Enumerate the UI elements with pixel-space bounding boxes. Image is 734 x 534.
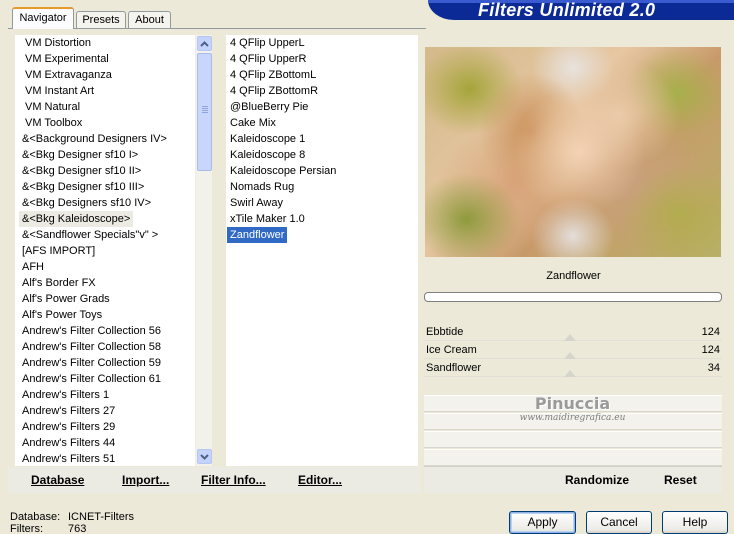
status-value: 763 — [68, 523, 87, 534]
chevron-down-icon — [200, 453, 209, 460]
category-list-item[interactable]: Andrew's Filter Collection 59 — [19, 355, 164, 371]
filter-list-item[interactable]: 4 QFlip UpperR — [227, 51, 309, 67]
filter-list-item[interactable]: @BlueBerry Pie — [227, 99, 311, 115]
progress-bar — [424, 292, 722, 302]
slider-thumb[interactable] — [564, 352, 576, 359]
parameter-name: Sandflower — [426, 362, 482, 374]
filter-list-item[interactable]: 4 QFlip ZBottomL — [227, 67, 319, 83]
filter-list-item[interactable]: Kaleidoscope 1 — [227, 131, 308, 147]
filter-list-item[interactable]: Nomads Rug — [227, 179, 297, 195]
watermark-url: www.maidiregrafica.eu — [519, 413, 626, 423]
category-list-item[interactable]: &<Bkg Designer sf10 II> — [19, 163, 144, 179]
randomize-button[interactable]: Randomize — [565, 473, 629, 487]
filter-list-item[interactable]: Kaleidoscope Persian — [227, 163, 339, 179]
chevron-up-icon — [200, 40, 209, 47]
category-list-item[interactable]: Andrew's Filters 29 — [19, 419, 118, 435]
database-button[interactable]: Database — [31, 473, 84, 487]
category-list-item[interactable]: VM Experimental — [22, 51, 112, 67]
tab-navigator[interactable]: Navigator — [12, 7, 74, 29]
category-list-item[interactable]: Andrew's Filter Collection 56 — [19, 323, 164, 339]
filter-list-item[interactable]: 4 QFlip UpperL — [227, 35, 308, 51]
slider-thumb[interactable] — [564, 334, 576, 341]
reset-button[interactable]: Reset — [664, 473, 697, 487]
status-label: Filters: — [10, 523, 43, 534]
filter-list-item[interactable]: Swirl Away — [227, 195, 286, 211]
category-list-item[interactable]: &<Bkg Designer sf10 I> — [19, 147, 141, 163]
category-list-item[interactable]: [AFS IMPORT] — [19, 243, 98, 259]
category-list-item[interactable]: &<Bkg Kaleidoscope> — [19, 211, 134, 227]
category-list-item[interactable]: Andrew's Filter Collection 58 — [19, 339, 164, 355]
tab-about[interactable]: About — [128, 11, 171, 29]
category-list-item[interactable]: AFH — [19, 259, 47, 275]
filter-list-item[interactable]: Zandflower — [227, 227, 288, 243]
apply-button[interactable]: Apply — [509, 511, 576, 534]
header-banner: Filters Unlimited 2.0 — [428, 0, 734, 20]
filter-list-item[interactable]: xTile Maker 1.0 — [227, 211, 308, 227]
category-list-item[interactable]: &<Sandflower Specials"v" > — [19, 227, 161, 243]
category-list[interactable]: VM Distortion VM Experimental VM Extravaga… — [15, 35, 195, 466]
app-title: Filters Unlimited 2.0 — [478, 0, 656, 20]
parameter-slider-sandflower[interactable]: Sandflower 34 — [424, 359, 722, 377]
parameter-slider-ice-cream[interactable]: Ice Cream 124 — [424, 341, 722, 359]
category-list-item[interactable]: VM Extravaganza — [22, 67, 115, 83]
parameter-name: Ice Cream — [426, 344, 477, 356]
parameter-slider-ebbtide[interactable]: Ebbtide 124 — [424, 323, 722, 341]
filter-preview-image — [425, 47, 721, 257]
status-label: Database: — [10, 511, 61, 523]
status-database: Database: ICNET-Filters — [10, 511, 134, 523]
category-list-item[interactable]: Andrew's Filters 51 — [19, 451, 118, 466]
category-list-item[interactable]: VM Instant Art — [22, 83, 97, 99]
filter-info-button[interactable]: Filter Info... — [201, 473, 266, 487]
category-list-item[interactable]: VM Distortion — [22, 35, 94, 51]
parameter-value: 34 — [707, 362, 720, 374]
scroll-down-button[interactable] — [197, 449, 212, 464]
filter-list-item[interactable]: 4 QFlip ZBottomR — [227, 83, 321, 99]
category-list-item[interactable]: Alf's Power Grads — [19, 291, 113, 307]
tab-presets[interactable]: Presets — [76, 11, 126, 29]
category-list-item[interactable]: Andrew's Filter Collection 61 — [19, 371, 164, 387]
category-list-item[interactable]: Alf's Border FX — [19, 275, 99, 291]
category-list-item[interactable]: Andrew's Filters 27 — [19, 403, 118, 419]
status-value: ICNET-Filters — [68, 511, 134, 523]
category-list-item[interactable]: &<Bkg Designers sf10 IV> — [19, 195, 154, 211]
parameter-value: 124 — [701, 344, 720, 356]
category-list-item[interactable]: &<Bkg Designer sf10 III> — [19, 179, 147, 195]
category-list-item[interactable]: Andrew's Filters 44 — [19, 435, 118, 451]
watermark: Pinuccia www.maidiregrafica.eu — [470, 395, 675, 424]
filter-list-item[interactable]: Cake Mix — [227, 115, 279, 131]
import-button[interactable]: Import... — [122, 473, 169, 487]
category-list-item[interactable]: VM Natural — [22, 99, 83, 115]
category-scrollbar[interactable] — [195, 35, 212, 466]
watermark-name: Pinuccia — [534, 394, 611, 413]
editor-button[interactable]: Editor... — [298, 473, 342, 487]
filter-list[interactable]: 4 QFlip UpperL 4 QFlip UpperR 4 QFlip ZBot… — [226, 35, 418, 466]
cancel-button[interactable]: Cancel — [586, 511, 652, 534]
filter-list-item[interactable]: Kaleidoscope 8 — [227, 147, 308, 163]
category-list-item[interactable]: Andrew's Filters 1 — [19, 387, 112, 403]
empty-parameter-row — [424, 449, 722, 466]
scroll-up-button[interactable] — [197, 36, 212, 51]
slider-thumb[interactable] — [564, 370, 576, 377]
parameter-name: Ebbtide — [426, 326, 464, 338]
empty-parameter-row — [424, 431, 722, 448]
scroll-thumb[interactable] — [197, 53, 212, 171]
parameter-value: 124 — [701, 326, 720, 338]
selected-filter-name: Zandflower — [546, 270, 601, 282]
category-list-item[interactable]: Alf's Power Toys — [19, 307, 105, 323]
grip-icon — [202, 106, 208, 114]
category-list-item[interactable]: VM Toolbox — [22, 115, 85, 131]
status-filters: Filters: 763 — [10, 523, 86, 534]
help-button[interactable]: Help — [662, 511, 728, 534]
category-list-item[interactable]: &<Background Designers IV> — [19, 131, 170, 147]
